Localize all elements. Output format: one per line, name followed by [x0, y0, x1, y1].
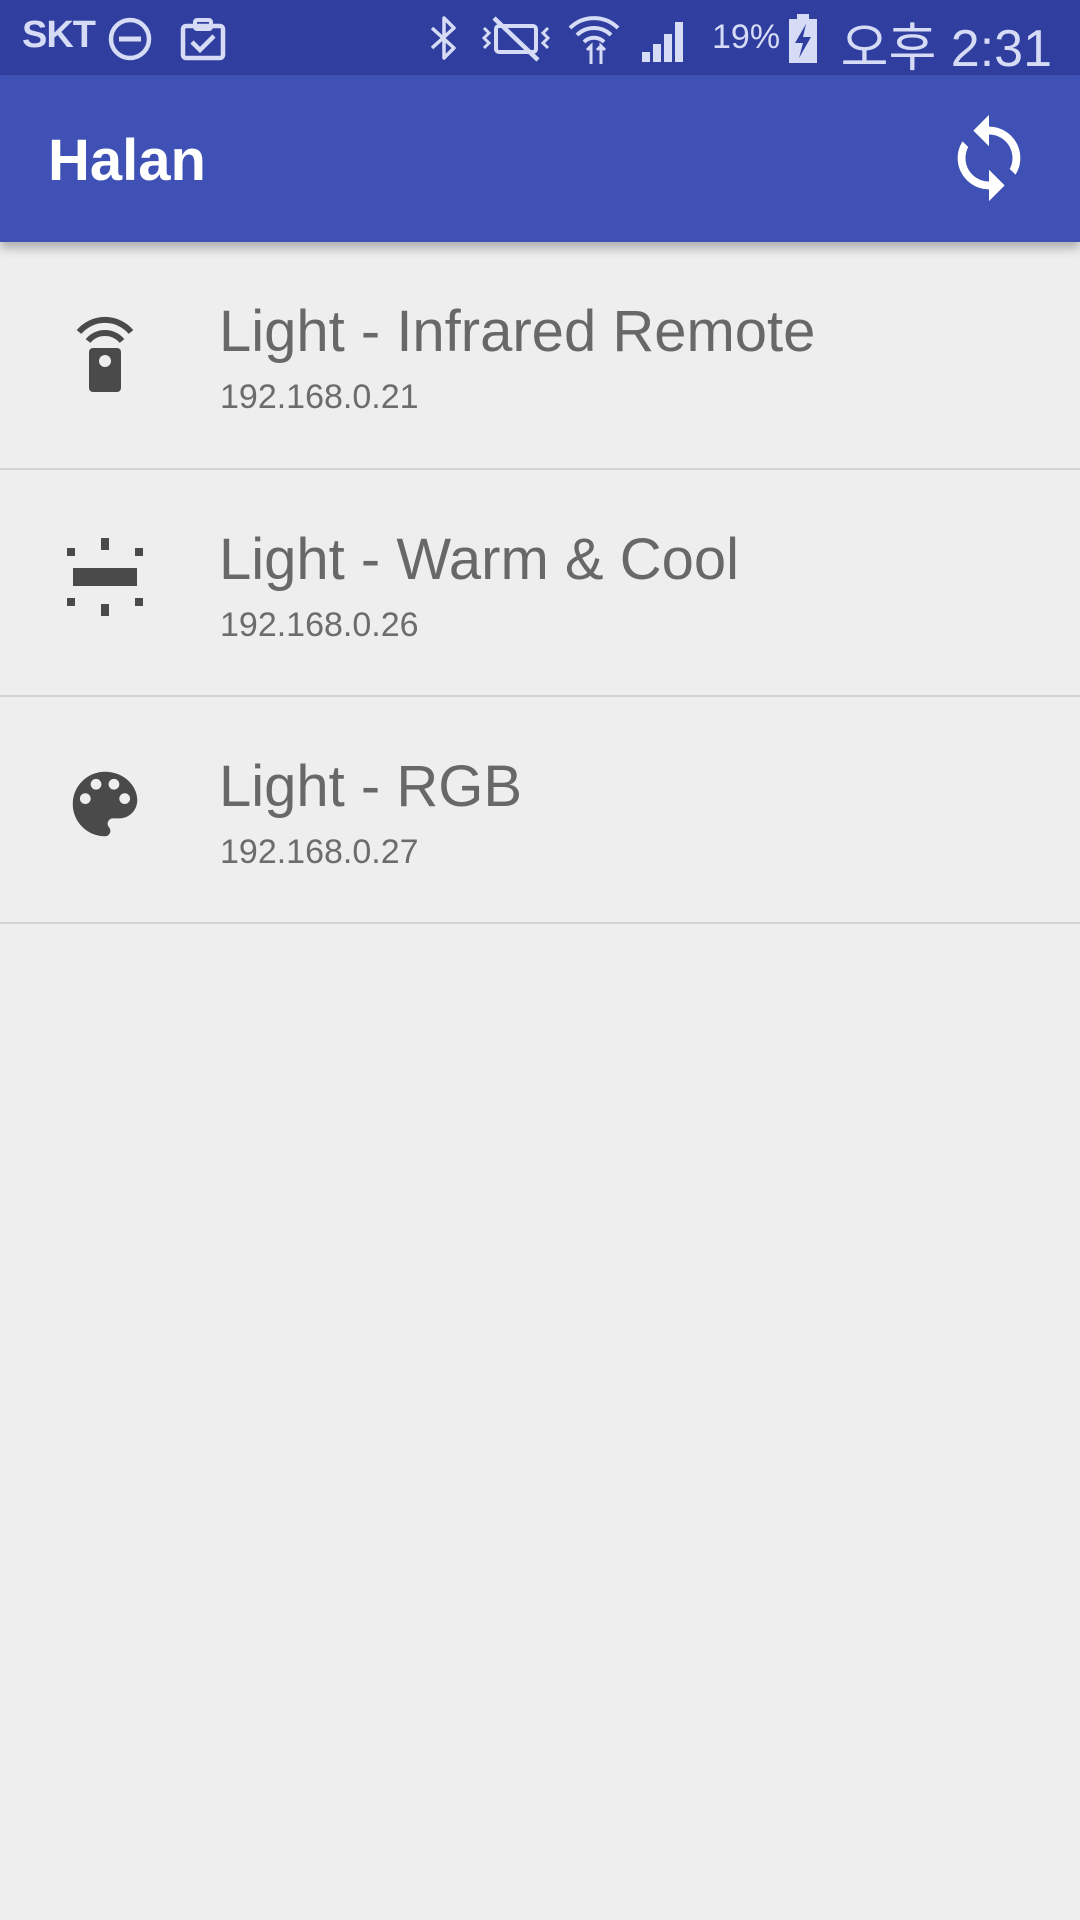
battery-percent: 19% — [712, 18, 781, 56]
do-not-disturb-icon — [108, 17, 152, 61]
device-ip: 192.168.0.27 — [220, 833, 419, 871]
cell-signal-icon — [642, 22, 683, 62]
device-name: Light - RGB — [219, 754, 522, 819]
refresh-icon[interactable] — [942, 111, 1036, 205]
device-item-warm-cool[interactable]: Light - Warm & Cool 192.168.0.26 — [0, 470, 1080, 697]
bluetooth-icon — [430, 16, 456, 60]
remote-control-icon — [76, 316, 134, 392]
battery-charging-icon — [789, 14, 817, 63]
device-ip: 192.168.0.21 — [220, 378, 419, 416]
app-bar: Halan — [0, 75, 1080, 242]
light-strip-icon — [67, 538, 143, 616]
app-title: Halan — [48, 128, 206, 193]
carrier-label: SKT — [22, 14, 96, 56]
device-item-infrared-remote[interactable]: Light - Infrared Remote 192.168.0.21 — [0, 242, 1080, 470]
vibrate-off-icon — [481, 16, 551, 62]
status-clock: 오후 2:31 — [840, 20, 1052, 78]
device-ip: 192.168.0.26 — [220, 606, 419, 644]
palette-icon — [72, 771, 138, 837]
status-bar: SKT 19% 오후 2:31 — [0, 0, 1080, 78]
device-name: Light - Infrared Remote — [219, 299, 816, 364]
device-list: Light - Infrared Remote 192.168.0.21 Lig… — [0, 242, 1080, 924]
clipboard-check-icon — [180, 18, 226, 61]
device-item-rgb[interactable]: Light - RGB 192.168.0.27 — [0, 697, 1080, 924]
device-name: Light - Warm & Cool — [219, 527, 739, 592]
wifi-icon — [568, 16, 620, 64]
